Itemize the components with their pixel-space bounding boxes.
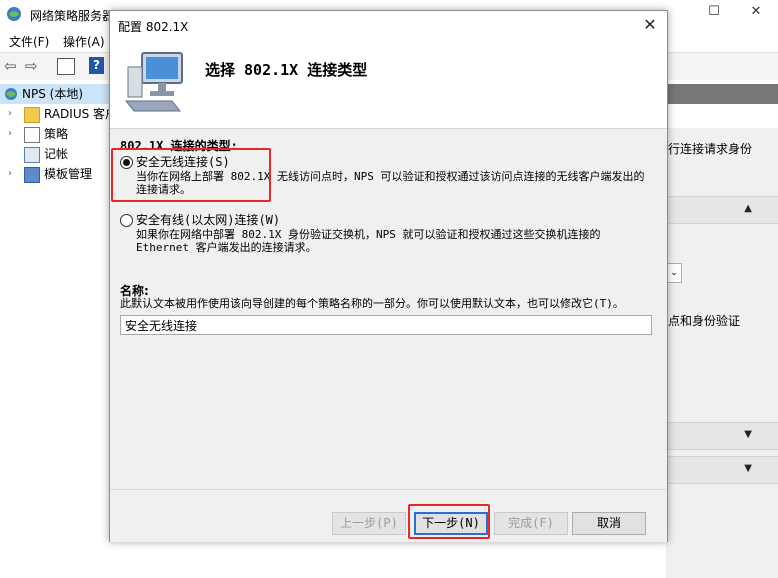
console-tree: NPS (本地) › RADIUS 客户 › 策略 记帐 › 模板管理	[0, 80, 117, 555]
nps-app-icon	[7, 7, 21, 21]
expand-down-icon[interactable]: ▼	[744, 429, 752, 440]
dialog-header: 选择 802.1X 连接类型	[110, 41, 667, 129]
dialog-title: 配置 802.1X	[118, 20, 189, 34]
folder-icon	[24, 107, 40, 123]
right-pane-text: 点和身份验证	[668, 314, 741, 328]
right-pane-text: 行连接请求身份	[668, 142, 753, 156]
close-icon[interactable]: ✕	[639, 15, 661, 35]
expand-arrow-icon[interactable]: ›	[8, 104, 12, 124]
expand-arrow-icon[interactable]: ›	[8, 124, 12, 144]
expand-arrow-icon[interactable]: ›	[8, 164, 12, 184]
right-pane-strip[interactable]: ▲	[666, 196, 778, 224]
back-button[interactable]: 上一步(P)	[332, 512, 406, 535]
right-pane-strip[interactable]: ▼	[666, 456, 778, 484]
template-icon	[24, 167, 40, 183]
option-wired[interactable]: 安全有线(以太网)连接(W) 如果你在网络中部署 802.1X 身份验证交换机，…	[120, 211, 650, 255]
policy-name-input[interactable]: 安全无线连接	[120, 315, 652, 335]
forward-arrow-icon[interactable]: ⇨	[25, 57, 38, 75]
right-pane-strip[interactable]: ▼	[666, 422, 778, 450]
console-tree-icon[interactable]	[57, 58, 75, 75]
dialog-body: 802.1X 连接的类型: 安全无线连接(S) 当你在网络上部署 802.1X …	[110, 129, 667, 489]
maximize-icon[interactable]: ☐	[704, 4, 724, 22]
computer-network-icon	[124, 52, 183, 112]
collapse-up-icon[interactable]: ▲	[744, 203, 752, 214]
highlight-box-wireless	[111, 148, 271, 202]
dialog-footer: 上一步(P) 下一步(N) 完成(F) 取消	[110, 489, 667, 542]
radio-wired[interactable]	[120, 214, 133, 227]
tree-item-policies[interactable]: › 策略	[0, 124, 112, 144]
right-pane-dropdown[interactable]: ⌄	[666, 263, 682, 283]
tree-item-radius-clients[interactable]: › RADIUS 客户	[0, 104, 117, 124]
option-wired-description: 如果你在网络中部署 802.1X 身份验证交换机，NPS 就可以验证和授权通过这…	[136, 228, 601, 254]
menu-action[interactable]: 操作(A)	[63, 33, 105, 50]
tree-item-accounting[interactable]: 记帐	[0, 144, 112, 164]
background-right-pane: 行连接请求身份 ▲ ⌄ 点和身份验证 ▼ ▼	[666, 80, 778, 578]
background-window-title: 网络策略服务器	[30, 9, 115, 23]
accounting-icon	[24, 147, 40, 163]
globe-icon	[5, 88, 17, 100]
name-help-text: 此默认文本被用作使用该向导创建的每个策略名称的一部分。你可以使用默认文本，也可以…	[120, 297, 624, 310]
dialog-heading: 选择 802.1X 连接类型	[205, 61, 368, 79]
policy-icon	[24, 127, 40, 143]
expand-down-icon[interactable]: ▼	[744, 463, 752, 474]
menu-file[interactable]: 文件(F)	[9, 33, 49, 50]
help-icon[interactable]: ?	[89, 57, 104, 74]
back-arrow-icon[interactable]: ⇦	[4, 57, 17, 75]
highlight-box-next	[408, 504, 490, 539]
cancel-button[interactable]: 取消	[572, 512, 646, 535]
tree-item-nps-local[interactable]: NPS (本地)	[0, 84, 112, 104]
finish-button[interactable]: 完成(F)	[494, 512, 568, 535]
configure-8021x-dialog: 配置 802.1X ✕ 选择 802.1X 连接类型 802.1X 连接的类型:…	[109, 10, 668, 542]
tree-item-templates[interactable]: › 模板管理	[0, 164, 112, 184]
right-pane-header-bar	[666, 84, 778, 104]
option-wired-label: 安全有线(以太网)连接(W)	[136, 213, 281, 227]
close-icon[interactable]: ✕	[746, 4, 766, 22]
